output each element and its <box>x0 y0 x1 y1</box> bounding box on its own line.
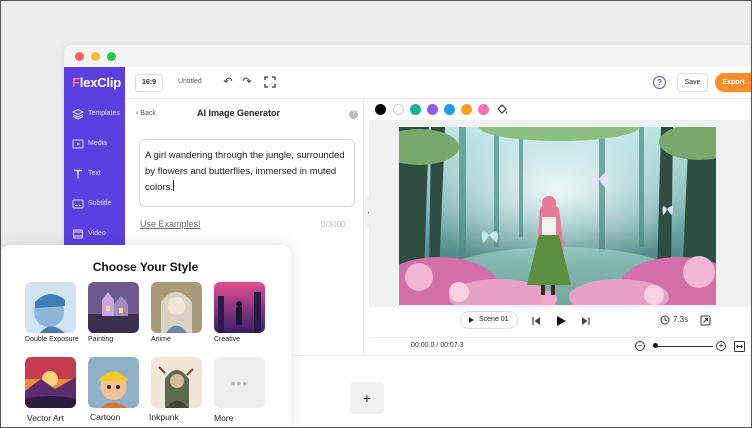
save-button[interactable]: Save <box>677 73 708 92</box>
color-swatch-white[interactable] <box>393 104 404 115</box>
style-thumb-vector-art[interactable] <box>25 357 76 408</box>
prompt-textarea[interactable]: A girl wandering through the jungle, sur… <box>139 139 355 207</box>
subtitle-icon <box>72 199 84 209</box>
character-count: 0/3000 <box>321 220 346 229</box>
play-small-icon <box>469 317 474 323</box>
text-cursor <box>172 180 174 191</box>
style-label: Double Exposure <box>25 336 79 343</box>
style-thumb-cartoon[interactable] <box>88 357 139 408</box>
color-swatch-pink[interactable] <box>478 104 489 115</box>
style-thumb-inkpunk[interactable] <box>151 357 202 408</box>
minimize-window-dot[interactable] <box>91 52 100 61</box>
panel-title: AI Image Generator <box>197 108 281 118</box>
templates-icon <box>72 108 84 120</box>
scene-label: Scene 01 <box>479 316 509 323</box>
redo-icon[interactable]: ↷ <box>241 76 253 88</box>
aspect-ratio-button[interactable]: 16:9 <box>135 74 163 92</box>
style-label: Vector Art <box>27 413 64 423</box>
use-examples-link[interactable]: Use Examples! <box>140 219 201 229</box>
clock-icon <box>660 315 670 325</box>
more-dots-icon: ••• <box>230 375 249 391</box>
add-scene-button[interactable]: + <box>350 382 384 414</box>
style-thumb-double-exposure[interactable] <box>25 282 76 333</box>
style-label: More <box>214 413 234 423</box>
paint-bucket-icon[interactable] <box>496 103 509 116</box>
prompt-text: A girl wandering through the jungle, sur… <box>145 150 345 193</box>
style-thumb-painting[interactable] <box>88 282 139 333</box>
choose-style-card: Choose Your Style Double Exposure Painti… <box>0 245 291 428</box>
help-icon[interactable]: ? <box>653 76 666 89</box>
zoom-slider-thumb[interactable] <box>653 343 658 348</box>
style-thumb-creative[interactable] <box>214 282 265 333</box>
style-thumb-more[interactable]: ••• <box>214 357 265 408</box>
video-icon <box>73 229 83 239</box>
duration-value: 7.3s <box>673 315 689 324</box>
arrow-right-icon: → <box>746 79 752 86</box>
sidebar-item-label: Templates <box>88 110 120 117</box>
zoom-in-icon[interactable]: + <box>716 341 726 351</box>
scene-preview-image[interactable] <box>399 127 716 305</box>
help-icon[interactable]: ? <box>349 110 358 119</box>
top-toolbar: 16:9 Untitled ↶ ↷ ? Save Export → <box>125 67 752 99</box>
export-button[interactable]: Export → <box>715 73 752 92</box>
style-card-title: Choose Your Style <box>92 260 199 274</box>
color-swatch-orange[interactable] <box>461 104 472 115</box>
maximize-window-dot[interactable] <box>107 52 116 61</box>
sidebar-item-label: Subtitle <box>88 200 112 207</box>
color-swatch-black[interactable] <box>375 104 386 115</box>
flexclip-logo[interactable]: FlexClip <box>72 75 121 90</box>
color-swatch-teal[interactable] <box>410 104 421 115</box>
document-title[interactable]: Untitled <box>178 78 202 85</box>
expand-icon[interactable] <box>700 315 711 326</box>
text-icon <box>74 169 82 179</box>
back-label: Back <box>140 110 156 117</box>
export-label: Export <box>722 79 745 86</box>
sidebar-item-label: Text <box>88 170 101 177</box>
zoom-out-icon[interactable]: − <box>635 341 645 351</box>
player-controls: Scene 01 7.3s <box>369 307 752 337</box>
sidebar-item-subtitle[interactable]: Subtitle <box>64 191 125 221</box>
sidebar-item-media[interactable]: Media <box>64 131 125 161</box>
time-readout: 00:00.0 / 00:07.3 <box>411 342 464 349</box>
sidebar-item-text[interactable]: Text <box>64 161 125 191</box>
fullscreen-icon[interactable] <box>264 76 276 88</box>
color-swatch-blue[interactable] <box>444 104 455 115</box>
sidebar-item-label: Media <box>88 140 108 147</box>
scene-selector-button[interactable]: Scene 01 <box>460 311 518 329</box>
style-label: Painting <box>88 336 114 343</box>
duration-display[interactable]: 7.3s <box>660 315 689 325</box>
skip-back-icon[interactable] <box>531 316 541 326</box>
window-titlebar <box>64 45 752 67</box>
style-thumb-anime[interactable] <box>151 282 202 333</box>
back-button[interactable]: ‹ Back <box>136 110 156 117</box>
style-label: Cartoon <box>90 412 121 422</box>
media-icon <box>72 139 84 149</box>
color-palette <box>369 99 752 121</box>
sidebar-item-label: Video <box>88 230 106 237</box>
fit-timeline-icon[interactable] <box>734 341 745 352</box>
play-icon[interactable] <box>555 315 567 327</box>
close-window-dot[interactable] <box>75 52 84 61</box>
undo-icon[interactable]: ↶ <box>222 76 234 88</box>
style-label: Creative <box>214 336 241 343</box>
color-swatch-purple[interactable] <box>427 104 438 115</box>
timeline-header: 00:00.0 / 00:07.3 − + <box>369 337 752 355</box>
sidebar-item-templates[interactable]: Templates <box>64 101 125 131</box>
skip-forward-icon[interactable] <box>581 316 591 326</box>
style-label: Anime <box>151 336 171 343</box>
zoom-slider[interactable] <box>653 346 713 347</box>
style-label: Inkpunk <box>149 412 179 422</box>
